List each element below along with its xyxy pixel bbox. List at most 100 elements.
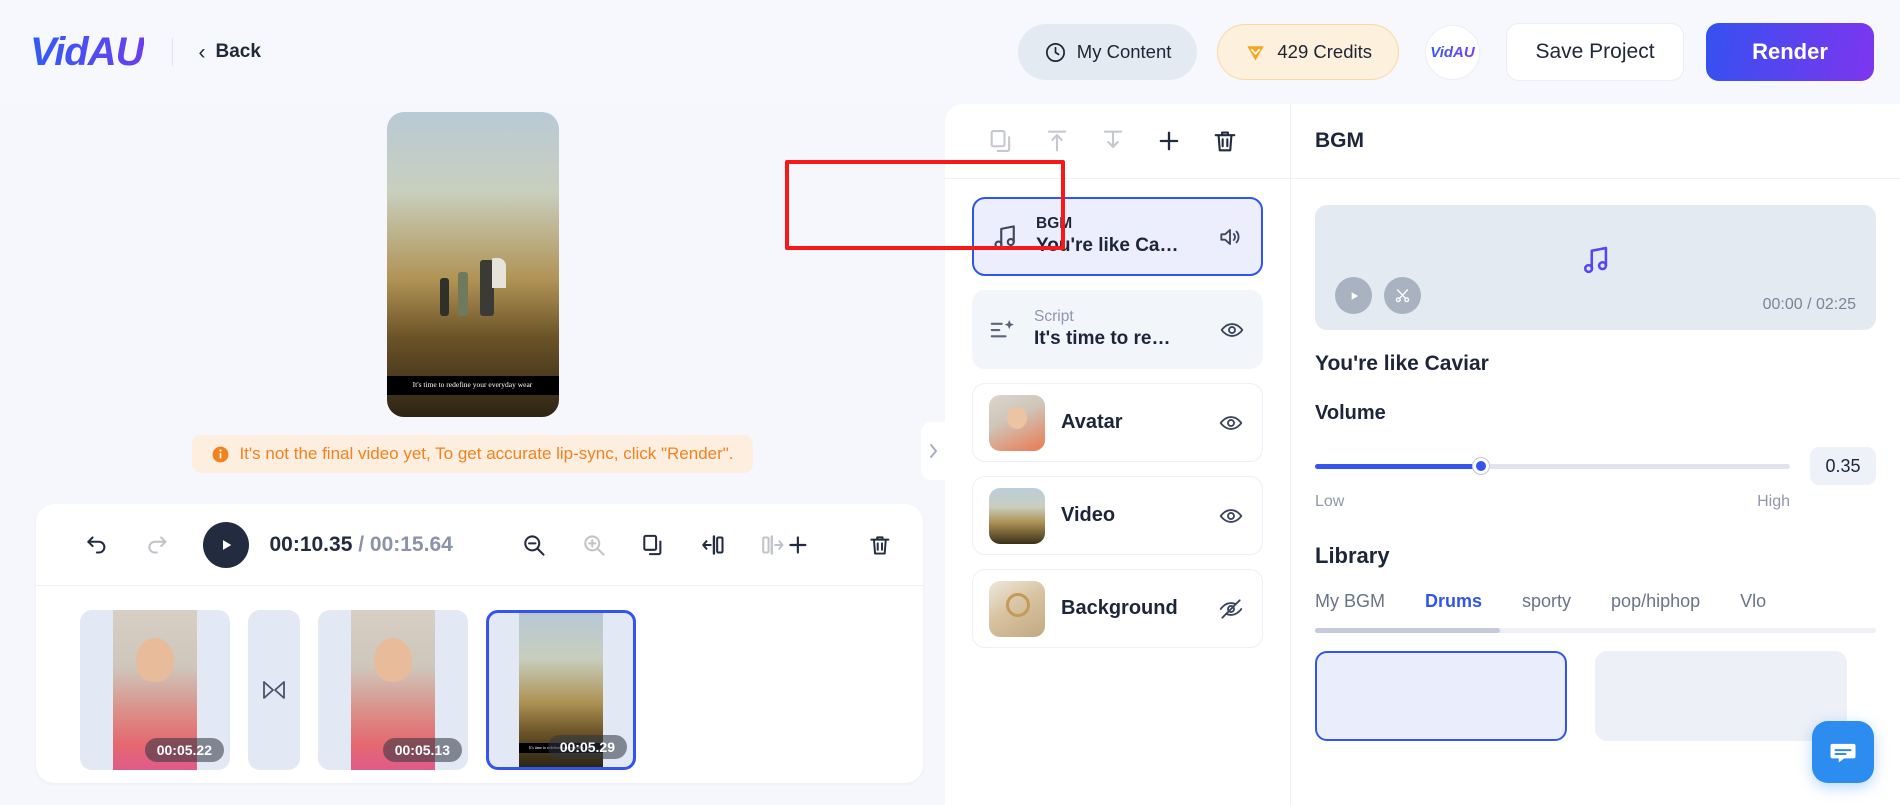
- timeline-card: 00:10.35 / 00:15.64 00:05.22 00:05.13 It…: [36, 504, 923, 783]
- volume-slider-fill: [1315, 464, 1482, 469]
- volume-low-label: Low: [1315, 493, 1345, 510]
- zoom-in-icon: [583, 534, 605, 556]
- layer-item-script[interactable]: Script It's time to re…: [972, 290, 1263, 369]
- layer-item-bgm[interactable]: BGM You're like Ca…: [972, 197, 1263, 276]
- volume-slider-knob[interactable]: [1473, 458, 1490, 474]
- timeline-clip[interactable]: 00:05.13: [318, 609, 468, 770]
- volume-label: Volume: [1315, 402, 1386, 424]
- split-left-icon[interactable]: [700, 530, 726, 560]
- split-right-icon: [761, 534, 784, 555]
- properties-body: 00:00 / 02:25 You're like Caviar Volume …: [1291, 179, 1900, 805]
- library-item[interactable]: [1595, 651, 1847, 741]
- preview-figures: [430, 254, 516, 317]
- save-project-button[interactable]: Save Project: [1506, 23, 1684, 81]
- duplicate-icon[interactable]: [640, 530, 666, 560]
- plus-icon[interactable]: [1155, 127, 1183, 155]
- timeline-transition[interactable]: [248, 609, 300, 770]
- volume-value: 0.35: [1810, 447, 1876, 485]
- transition-icon: [263, 680, 285, 699]
- library-tab-pop-hiphop[interactable]: pop/hiphop: [1611, 591, 1700, 612]
- layer-item-avatar[interactable]: Avatar: [972, 383, 1263, 462]
- background-thumb: [989, 580, 1045, 637]
- chevron-right-icon: [930, 444, 937, 458]
- my-content-label: My Content: [1076, 41, 1172, 62]
- zoom-out-icon[interactable]: [521, 530, 547, 560]
- eye-icon[interactable]: [1218, 410, 1244, 436]
- video-preview[interactable]: It's time to redefine your everyday wear: [386, 112, 559, 417]
- user-avatar[interactable]: VidAU: [1425, 24, 1480, 80]
- audio-play-button[interactable]: [1335, 277, 1372, 314]
- play-icon: [223, 539, 232, 550]
- duplicate-icon[interactable]: [987, 127, 1015, 155]
- layer-text: Script It's time to re…: [1034, 307, 1203, 351]
- layer-text: BGM You're like Ca…: [1036, 214, 1201, 258]
- library-title: Library: [1315, 543, 1390, 568]
- lipsync-notice: It's not the final video yet, To get acc…: [192, 435, 753, 473]
- library-tab-sporty[interactable]: sporty: [1522, 591, 1571, 612]
- timeline-clip-selected[interactable]: It's time to redefine your everyday wear…: [486, 609, 636, 770]
- library-tabs-scrollbar[interactable]: [1315, 628, 1876, 633]
- layer-text: Video: [1061, 504, 1202, 527]
- trash-icon[interactable]: [867, 530, 893, 560]
- clock-icon: [1045, 42, 1065, 62]
- preview-zone: It's time to redefine your everyday wear…: [0, 104, 945, 504]
- layer-item-background[interactable]: Background: [972, 569, 1263, 648]
- back-button[interactable]: ‹ Back: [199, 41, 261, 63]
- library-item-selected[interactable]: [1315, 651, 1567, 741]
- layers-toolbar: [945, 104, 1290, 179]
- editor-left-column: It's time to redefine your everyday wear…: [0, 104, 945, 805]
- preview-person-3: [479, 258, 506, 317]
- undo-icon[interactable]: [84, 530, 110, 560]
- audio-time-readout: 00:00 / 02:25: [1762, 296, 1856, 313]
- timeline-play-button[interactable]: [203, 521, 250, 568]
- trash-icon[interactable]: [1211, 127, 1239, 155]
- credits-button[interactable]: 429 Credits: [1217, 24, 1399, 80]
- volume-slider[interactable]: [1315, 458, 1790, 474]
- vidau-logo[interactable]: VidAU: [30, 30, 145, 75]
- script-icon: [990, 319, 1014, 337]
- video-thumb: [989, 487, 1045, 544]
- credit-diamond-icon: [1247, 45, 1265, 61]
- timeline-total-time: 00:15.64: [369, 532, 453, 556]
- back-button-label: Back: [215, 41, 261, 62]
- move-down-icon[interactable]: [1099, 127, 1127, 155]
- eye-icon[interactable]: [1219, 317, 1245, 343]
- timeline-time-readout: 00:10.35 / 00:15.64: [269, 533, 452, 557]
- app-header: VidAU ‹ Back My Content 429 Credits VidA…: [0, 0, 1900, 104]
- layer-sublabel: BGM: [1036, 215, 1073, 233]
- eye-icon[interactable]: [1218, 503, 1244, 529]
- music-note-icon: [1583, 246, 1607, 274]
- volume-high-label: High: [1757, 493, 1790, 510]
- eye-off-icon[interactable]: [1218, 596, 1244, 622]
- clip-duration: 00:05.13: [382, 737, 462, 762]
- move-up-icon[interactable]: [1043, 127, 1071, 155]
- render-button[interactable]: Render: [1706, 23, 1874, 81]
- render-label: Render: [1752, 39, 1828, 64]
- panel-collapse-toggle[interactable]: [921, 422, 945, 480]
- library-tabs-scrollbar-thumb[interactable]: [1315, 628, 1501, 633]
- library-tab-drums[interactable]: Drums: [1425, 591, 1482, 612]
- my-content-button[interactable]: My Content: [1017, 24, 1198, 80]
- layer-item-video[interactable]: Video: [972, 476, 1263, 555]
- library-items: [1315, 651, 1876, 741]
- plus-icon[interactable]: [785, 530, 811, 560]
- properties-title: BGM: [1291, 104, 1900, 179]
- speaker-icon[interactable]: [1217, 224, 1243, 250]
- layers-list: BGM You're like Ca… Script It's time to …: [945, 179, 1290, 648]
- play-icon: [1351, 291, 1358, 300]
- chat-support-button[interactable]: [1812, 721, 1874, 783]
- audio-player-card: 00:00 / 02:25: [1315, 205, 1876, 330]
- track-title: You're like Caviar: [1315, 352, 1489, 375]
- lipsync-notice-text: It's not the final video yet, To get acc…: [239, 444, 734, 463]
- layer-text: Background: [1061, 597, 1202, 620]
- clip-duration: 00:05.22: [144, 737, 224, 762]
- audio-trim-button[interactable]: [1384, 277, 1421, 314]
- music-note-icon: [994, 224, 1015, 249]
- timeline-clips: 00:05.22 00:05.13 It's time to 00:05.29: [36, 586, 923, 783]
- timeline-clip[interactable]: 00:05.22: [80, 609, 230, 770]
- avatar-thumb: [989, 394, 1045, 451]
- library-tab-my-bgm[interactable]: My BGM: [1315, 591, 1385, 612]
- library-tab-vlog[interactable]: Vlo: [1740, 591, 1766, 612]
- scissors-icon: [1395, 289, 1410, 303]
- timeline-current-time: 00:10.35: [269, 532, 353, 556]
